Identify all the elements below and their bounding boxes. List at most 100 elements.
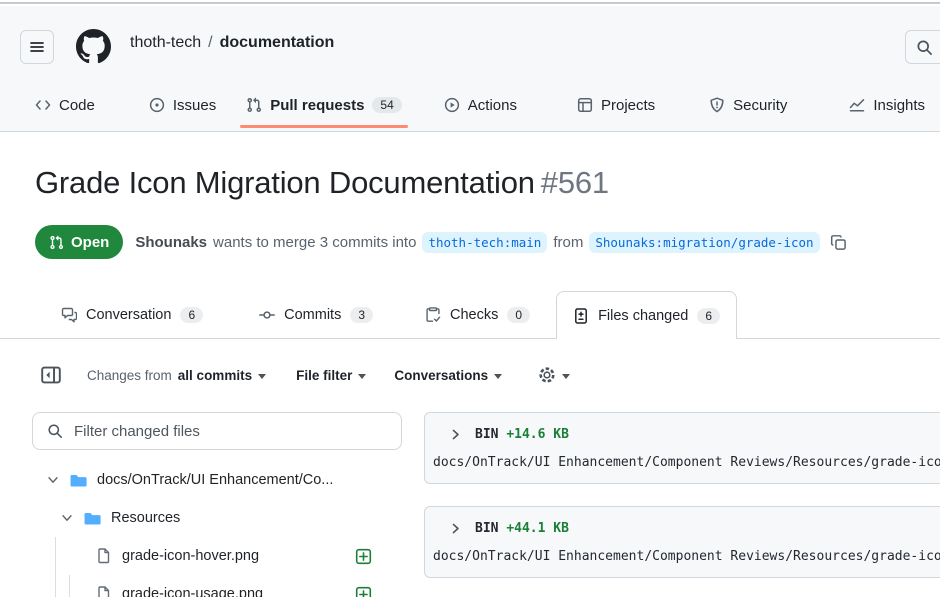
search-icon — [916, 39, 933, 56]
tree-file-label: grade-icon-hover.png — [122, 548, 259, 564]
comment-discussion-icon — [61, 307, 77, 323]
folder-icon — [84, 510, 101, 527]
tab-security[interactable]: Security — [701, 79, 795, 131]
file-tree: docs/OnTrack/UI Enhancement/Co... Resour… — [32, 461, 402, 597]
head-branch-label[interactable]: Shounaks:migration/grade-icon — [589, 232, 819, 253]
breadcrumb-repo-link[interactable]: documentation — [220, 34, 335, 52]
pull-requests-count-badge: 54 — [372, 97, 401, 113]
copy-icon[interactable] — [830, 234, 847, 251]
active-tab-underline — [240, 125, 408, 128]
collapse-file-tree-button[interactable] — [37, 362, 65, 388]
conversations-dropdown[interactable]: Conversations — [394, 368, 502, 383]
diff-settings-dropdown[interactable] — [538, 366, 570, 384]
tab-actions-label: Actions — [468, 97, 517, 114]
base-branch-label[interactable]: thoth-tech:main — [422, 232, 547, 253]
tab-insights[interactable]: Insights — [841, 79, 933, 131]
file-size-delta: +44.1 KB — [506, 521, 569, 536]
file-tree-sidebar: docs/OnTrack/UI Enhancement/Co... Resour… — [32, 412, 402, 597]
files-toolbar: Changes from all commits File filter Con… — [0, 352, 940, 398]
folder-icon — [70, 472, 87, 489]
chevron-right-icon — [449, 522, 462, 535]
pr-author-link[interactable]: Shounaks — [135, 234, 207, 251]
tab-insights-label: Insights — [873, 97, 925, 114]
tab-issues[interactable]: Issues — [141, 79, 224, 131]
tree-indent-guide — [55, 537, 56, 597]
pr-merge-summary: Shounaks wants to merge 3 commits into t… — [135, 232, 846, 253]
git-pull-request-icon — [49, 235, 64, 250]
table-icon — [577, 97, 593, 113]
gear-icon — [538, 366, 556, 384]
github-pr-files-page: thoth-tech / documentation Code — [0, 0, 940, 597]
tree-file-row[interactable]: grade-icon-usage.png — [32, 575, 402, 597]
caret-down-icon — [358, 374, 366, 379]
filter-changed-files-input[interactable] — [72, 422, 401, 441]
diff-file-panel: BIN +14.6 KB docs/OnTrack/UI Enhancement… — [424, 412, 940, 484]
checks-count-badge: 0 — [507, 307, 530, 323]
graph-icon — [849, 97, 865, 113]
tab-code[interactable]: Code — [27, 79, 103, 131]
binary-file-label: BIN — [475, 521, 498, 536]
tab-commits-label: Commits — [284, 307, 341, 323]
git-pull-request-icon — [246, 97, 262, 113]
caret-down-icon — [258, 374, 266, 379]
diff-file-path: docs/OnTrack/UI Enhancement/Component Re… — [425, 442, 940, 483]
binary-file-label: BIN — [475, 427, 498, 442]
tab-code-label: Code — [59, 97, 95, 114]
site-header: thoth-tech / documentation — [0, 6, 940, 79]
pr-state-badge: Open — [35, 225, 123, 259]
pr-title: Grade Icon Migration Documentation#561 — [35, 165, 609, 201]
tree-folder-row[interactable]: docs/OnTrack/UI Enhancement/Co... — [32, 461, 402, 499]
tab-projects[interactable]: Projects — [569, 79, 663, 131]
chevron-down-icon — [46, 473, 60, 487]
pr-from-word: from — [553, 234, 583, 251]
caret-down-icon — [562, 374, 570, 379]
diff-file-header[interactable]: BIN +44.1 KB — [425, 507, 940, 536]
pr-status-row: Open Shounaks wants to merge 3 commits i… — [35, 224, 847, 260]
tab-files-changed-label: Files changed — [598, 308, 688, 324]
file-icon — [96, 586, 112, 597]
tree-folder-row[interactable]: Resources — [32, 499, 402, 537]
search-button[interactable] — [905, 30, 940, 64]
tree-file-label: grade-icon-usage.png — [122, 586, 263, 597]
tab-conversation[interactable]: Conversation 6 — [45, 291, 219, 338]
changes-from-label: Changes from — [87, 368, 172, 383]
chevron-down-icon — [60, 511, 74, 525]
tab-pull-requests[interactable]: Pull requests 54 — [238, 79, 410, 131]
changes-from-dropdown[interactable]: Changes from all commits — [87, 368, 266, 383]
breadcrumb: thoth-tech / documentation — [130, 6, 334, 79]
tab-checks-label: Checks — [450, 307, 498, 323]
file-filter-label: File filter — [296, 368, 352, 383]
tab-files-changed[interactable]: Files changed 6 — [556, 291, 737, 339]
chevron-right-icon — [449, 428, 462, 441]
changes-from-value: all commits — [178, 368, 252, 383]
file-icon — [96, 548, 112, 564]
sidebar-collapse-icon — [40, 364, 62, 386]
pr-merge-text: wants to merge 3 commits into — [213, 234, 416, 251]
filter-changed-files-box — [32, 412, 402, 450]
checklist-icon — [425, 307, 441, 323]
github-octocat-icon — [76, 29, 111, 64]
tab-conversation-label: Conversation — [86, 307, 171, 323]
pr-number: #561 — [541, 165, 609, 200]
tab-pull-requests-label: Pull requests — [270, 97, 364, 114]
git-commit-icon — [259, 307, 275, 323]
window-top-edge — [0, 0, 940, 4]
files-changed-count-badge: 6 — [697, 308, 720, 324]
code-icon — [35, 97, 51, 113]
pr-title-text: Grade Icon Migration Documentation — [35, 165, 535, 200]
conversations-label: Conversations — [394, 368, 488, 383]
tab-actions[interactable]: Actions — [436, 79, 525, 131]
tab-commits[interactable]: Commits 3 — [243, 291, 389, 338]
diff-added-icon — [355, 586, 372, 597]
tree-file-row[interactable]: grade-icon-hover.png — [32, 537, 402, 575]
breadcrumb-org-link[interactable]: thoth-tech — [130, 34, 201, 52]
github-logo[interactable] — [76, 29, 111, 64]
caret-down-icon — [494, 374, 502, 379]
tab-checks[interactable]: Checks 0 — [409, 291, 546, 338]
file-filter-dropdown[interactable]: File filter — [296, 368, 366, 383]
hamburger-menu-button[interactable] — [20, 30, 54, 64]
commits-count-badge: 3 — [350, 307, 373, 323]
diff-list: BIN +14.6 KB docs/OnTrack/UI Enhancement… — [424, 412, 940, 597]
file-size-delta: +14.6 KB — [506, 427, 569, 442]
diff-file-header[interactable]: BIN +14.6 KB — [425, 413, 940, 442]
